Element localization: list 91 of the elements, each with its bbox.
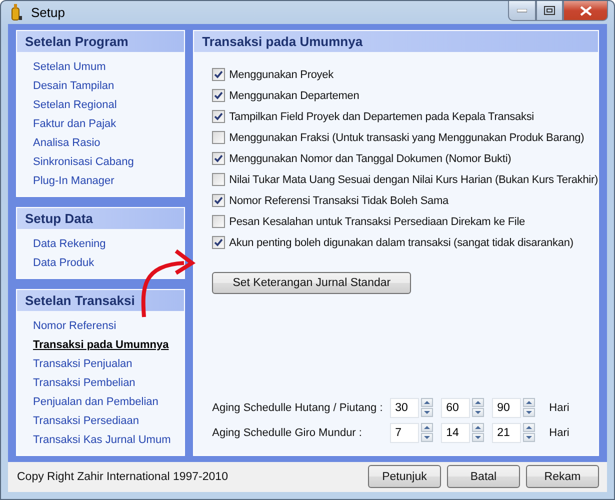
checkbox-label: Menggunakan Departemen	[229, 90, 360, 102]
checkmark-icon	[214, 112, 224, 122]
checkbox-label: Tampilkan Field Proyek dan Departemen pada Kepala Transaksi	[229, 110, 534, 123]
checkbox-label: Akun penting boleh digunakan dalam transaksi (sangat tidak disarankan)	[229, 236, 574, 249]
sidebar-link[interactable]: Analisa Rasio	[33, 134, 184, 152]
spin-up-button[interactable]	[472, 423, 484, 432]
aging-label: Aging Schedulle Giro Mundur :	[212, 426, 363, 439]
spin-up-button[interactable]	[523, 398, 536, 408]
checkbox-label: Menggunakan Nomor dan Tanggal Dokumen (Nomor Bukti)	[229, 152, 512, 165]
checkbox[interactable]	[212, 173, 226, 186]
down-arrow-icon	[424, 411, 430, 414]
checkmark-icon	[214, 154, 224, 164]
checkbox[interactable]	[212, 215, 226, 228]
sidebar-link[interactable]: Penjualan dan Pembelian	[33, 392, 184, 411]
spin-up-button[interactable]	[523, 423, 536, 432]
spin-up-button[interactable]	[421, 423, 434, 432]
unit-label: Hari	[549, 402, 570, 414]
spin-down-button[interactable]	[421, 433, 434, 442]
down-arrow-icon	[424, 436, 430, 440]
minimize-button[interactable]	[508, 1, 536, 21]
spin-up-button[interactable]	[421, 398, 434, 408]
checkbox-label: Menggunakan Fraksi (Untuk transaski yang Menggunakan Produk Barang)	[229, 132, 584, 144]
up-arrow-icon	[424, 426, 430, 430]
checkbox-label: Pesan Kesalahan untuk Transaksi Persediaan Direkam ke File	[229, 216, 525, 228]
window-title: Setup	[31, 4, 65, 20]
spin-down-button[interactable]	[421, 408, 434, 418]
sidebar-link[interactable]: Setelan Regional	[33, 96, 184, 114]
checkbox[interactable]	[212, 236, 226, 250]
maximize-button[interactable]	[536, 1, 563, 21]
aging-label: Aging Schedulle Hutang / Piutang :	[212, 402, 384, 414]
copyright-text: Copy Right Zahir International 1997-2010	[17, 470, 229, 483]
unit-label: Hari	[549, 426, 570, 439]
close-icon	[580, 6, 592, 16]
up-arrow-icon	[475, 426, 482, 430]
checkmark-icon	[214, 238, 224, 248]
sidebar-link[interactable]: Data Produk	[33, 254, 184, 272]
checkbox-label: Nomor Referensi Transaksi Tidak Boleh Sama	[229, 194, 448, 207]
maximize-icon	[544, 6, 555, 15]
checkbox-label: Menggunakan Proyek	[229, 68, 334, 81]
footer-button[interactable]: Petunjuk	[368, 465, 441, 488]
up-arrow-icon	[526, 401, 532, 404]
number-field[interactable]: 7	[390, 422, 420, 443]
sidebar-link[interactable]: Plug-In Manager	[33, 172, 184, 190]
spin-down-button[interactable]	[523, 433, 536, 442]
up-arrow-icon	[526, 426, 532, 430]
sidebar-link[interactable]: Desain Tampilan	[33, 76, 184, 95]
checkbox[interactable]	[212, 131, 226, 144]
number-field[interactable]: 21	[492, 422, 522, 443]
spin-down-button[interactable]	[523, 408, 536, 418]
checkbox[interactable]	[212, 68, 226, 82]
checkbox[interactable]	[212, 152, 226, 166]
app-icon	[9, 3, 23, 22]
sidebar-link[interactable]: Transaksi pada Umumnya	[33, 336, 184, 354]
up-arrow-icon	[475, 401, 482, 404]
group-header: Setelan Transaksi	[17, 290, 184, 311]
spin-up-button[interactable]	[472, 398, 484, 408]
panel-header: Transaksi pada Umumnya	[194, 30, 598, 52]
checkmark-icon	[214, 196, 224, 206]
checkbox[interactable]	[212, 110, 226, 124]
spin-down-button[interactable]	[472, 433, 484, 442]
number-field[interactable]: 90	[492, 398, 522, 418]
checkbox-label: Nilai Tukar Mata Uang Sesuai dengan Nilai Kurs Harian (Bukan Kurs Terakhir)	[229, 174, 598, 186]
sidebar-link[interactable]: Transaksi Pembelian	[33, 374, 184, 392]
sidebar-link[interactable]: Sinkronisasi Cabang	[33, 152, 184, 171]
down-arrow-icon	[475, 436, 482, 440]
checkbox[interactable]	[212, 194, 226, 208]
number-field[interactable]: 14	[441, 422, 470, 443]
journal-button[interactable]: Set Keterangan Jurnal Standar	[212, 272, 412, 294]
sidebar-link[interactable]: Faktur dan Pajak	[33, 114, 184, 133]
sidebar-link[interactable]: Data Rekening	[33, 234, 184, 253]
close-button[interactable]	[563, 1, 608, 21]
checkmark-icon	[214, 91, 224, 100]
sidebar-link[interactable]: Transaksi Kas Jurnal Umum	[33, 430, 184, 449]
checkbox[interactable]	[212, 89, 226, 102]
up-arrow-icon	[424, 401, 430, 404]
spin-down-button[interactable]	[472, 408, 484, 418]
footer-button[interactable]: Rekam	[526, 465, 599, 488]
down-arrow-icon	[526, 436, 532, 440]
number-field[interactable]: 30	[390, 398, 420, 418]
checkmark-icon	[214, 70, 224, 80]
group-header: Setup Data	[17, 208, 184, 229]
down-arrow-icon	[526, 411, 532, 414]
number-field[interactable]: 60	[441, 398, 470, 418]
sidebar-link[interactable]: Setelan Umum	[33, 58, 184, 76]
sidebar-link[interactable]: Transaksi Persediaan	[33, 412, 184, 430]
sidebar-link[interactable]: Nomor Referensi	[33, 316, 184, 335]
group-header: Setelan Program	[17, 30, 184, 52]
sidebar-link[interactable]: Transaksi Penjualan	[33, 354, 184, 373]
footer-button[interactable]: Batal	[447, 465, 520, 488]
down-arrow-icon	[475, 411, 482, 414]
minimize-icon	[517, 8, 527, 12]
